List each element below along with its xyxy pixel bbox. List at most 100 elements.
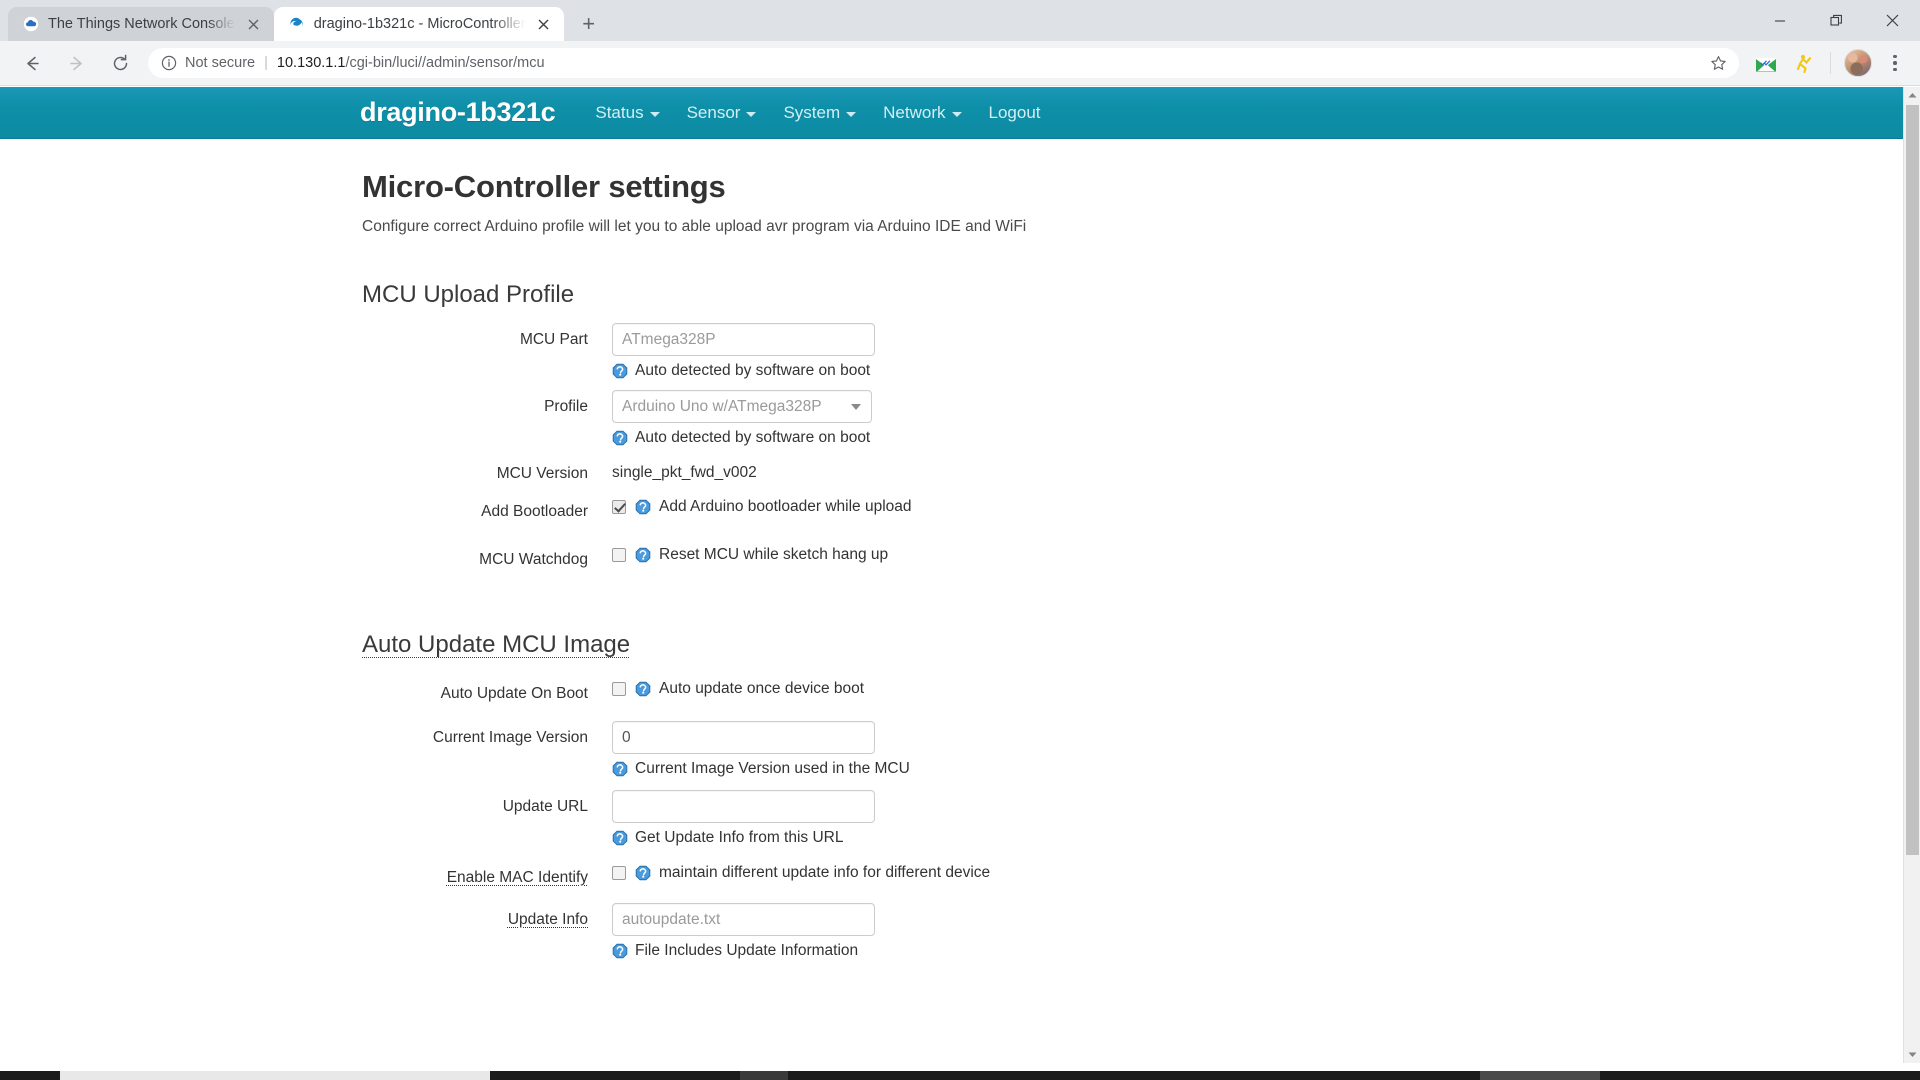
chevron-down-icon	[951, 112, 962, 117]
field-hint: Current Image Version used in the MCU	[612, 760, 1903, 778]
url-path: /cgi-bin/luci//admin/sensor/mcu	[345, 55, 545, 71]
tab-title: The Things Network Console	[48, 16, 235, 32]
mail-extension-icon[interactable]	[1751, 48, 1781, 78]
minimize-button[interactable]	[1752, 0, 1808, 41]
update-info-input[interactable]: autoupdate.txt	[612, 903, 875, 936]
field-row-mcu-part: MCU Part ATmega328P Auto detected by sof…	[362, 323, 1903, 380]
luci-page: dragino-1b321c Status Sensor System Netw…	[0, 87, 1903, 970]
field-row-add-bootloader: Add Bootloader Add Arduino bootloader wh…	[362, 495, 1903, 521]
nav-item-network[interactable]: Network	[883, 103, 962, 123]
field-label: Current Image Version	[432, 729, 588, 746]
profile-select[interactable]: Arduino Uno w/ATmega328P	[612, 390, 872, 423]
address-bar[interactable]: Not secure | 10.130.1.1/cgi-bin/luci//ad…	[148, 48, 1739, 78]
help-icon	[612, 943, 628, 959]
field-label: Add Bootloader	[481, 503, 588, 520]
honey-extension-icon[interactable]	[1789, 48, 1819, 78]
hint-text: Reset MCU while sketch hang up	[659, 546, 889, 563]
nav-item-status[interactable]: Status	[595, 102, 660, 123]
field-label: Profile	[544, 398, 588, 415]
help-icon	[635, 547, 651, 563]
chevron-down-icon	[846, 112, 857, 117]
help-icon	[612, 430, 628, 446]
device-brand[interactable]: dragino-1b321c	[360, 97, 556, 128]
help-icon	[612, 363, 628, 379]
page-content: Micro-Controller settings Configure corr…	[0, 139, 1903, 960]
field-row-mcu-version: MCU Version single_pkt_fwd_v002	[362, 457, 1903, 483]
taskbar-segment	[1480, 1071, 1600, 1080]
form-auto-update: Auto Update On Boot Auto update once dev…	[362, 677, 1903, 960]
vertical-scrollbar-thumb[interactable]	[1906, 105, 1919, 855]
browser-tab-2[interactable]: dragino-1b321c - MicroController setting…	[273, 7, 564, 41]
avatar[interactable]	[1844, 49, 1872, 77]
scroll-up-arrow-icon[interactable]	[1904, 87, 1920, 104]
scroll-down-arrow-icon[interactable]	[1904, 1046, 1920, 1063]
taskbar-segment	[740, 1071, 788, 1080]
mcu-part-input[interactable]: ATmega328P	[612, 323, 875, 356]
window-controls	[1752, 0, 1920, 41]
field-row-mcu-watchdog: MCU Watchdog Reset MCU while sketch hang…	[362, 543, 1903, 569]
profile-selected-value: Arduino Uno w/ATmega328P	[622, 397, 822, 415]
nav-label: Logout	[988, 102, 1041, 122]
auto-update-on-boot-checkbox[interactable]	[612, 682, 626, 696]
add-bootloader-checkbox[interactable]	[612, 500, 626, 514]
section-heading-mcu-upload-profile: MCU Upload Profile	[362, 281, 575, 308]
field-label: MCU Watchdog	[479, 551, 588, 568]
field-hint: Auto detected by software on boot	[612, 429, 1903, 447]
field-row-update-info: Update Info autoupdate.txt File Includes…	[362, 903, 1903, 960]
nav-label: Status	[595, 102, 644, 122]
omnibox-separator: |	[264, 55, 268, 71]
back-button[interactable]	[15, 46, 49, 80]
reload-button[interactable]	[103, 46, 137, 80]
field-label: Enable MAC Identify	[362, 861, 612, 887]
hint-text: Auto update once device boot	[659, 680, 865, 697]
mcu-watchdog-checkbox[interactable]	[612, 548, 626, 562]
info-circle-icon[interactable]	[161, 55, 177, 71]
star-icon[interactable]	[1710, 55, 1727, 72]
field-label: Auto Update On Boot	[440, 685, 588, 702]
page-viewport: dragino-1b321c Status Sensor System Netw…	[0, 87, 1920, 1080]
field-row-enable-mac-identify: Enable MAC Identify maintain different u…	[362, 861, 1903, 887]
form-mcu-upload-profile: MCU Part ATmega328P Auto detected by sof…	[362, 323, 1903, 569]
browser-tab-1[interactable]: The Things Network Console	[8, 7, 274, 41]
help-icon	[635, 681, 651, 697]
forward-button[interactable]	[59, 46, 93, 80]
field-label: MCU Version	[496, 465, 588, 482]
maximize-restore-button[interactable]	[1808, 0, 1864, 41]
tab-title: dragino-1b321c - MicroController setting…	[313, 16, 525, 32]
field-hint: Auto detected by software on boot	[612, 362, 1903, 380]
chrome-menu-icon[interactable]	[1880, 48, 1910, 78]
help-icon	[612, 830, 628, 846]
current-image-version-input[interactable]: 0	[612, 721, 875, 754]
tab-close-icon[interactable]	[244, 14, 264, 34]
vertical-scrollbar[interactable]	[1903, 87, 1920, 1063]
toolbar-divider	[1830, 52, 1831, 74]
update-url-input[interactable]	[612, 790, 875, 823]
tab-close-icon[interactable]	[534, 14, 554, 34]
nav-item-logout[interactable]: Logout	[989, 103, 1041, 123]
field-hint: File Includes Update Information	[612, 942, 1903, 960]
nav-label: Sensor	[686, 102, 741, 122]
field-row-profile: Profile Arduino Uno w/ATmega328P Auto de…	[362, 390, 1903, 447]
security-status-label: Not secure	[185, 55, 256, 71]
hint-text: maintain different update info for diffe…	[659, 864, 991, 881]
field-row-auto-update-on-boot: Auto Update On Boot Auto update once dev…	[362, 677, 1903, 703]
help-icon	[635, 499, 651, 515]
page-title: Micro-Controller settings	[362, 169, 726, 204]
field-label-text: Enable MAC Identify	[446, 869, 588, 886]
tab-strip: The Things Network Console dragino-1b321…	[0, 0, 1920, 41]
field-row-update-url: Update URL Get Update Info from this URL	[362, 790, 1903, 847]
new-tab-button[interactable]: +	[572, 7, 606, 41]
section-heading-auto-update-mcu-image: Auto Update MCU Image	[362, 631, 631, 658]
luci-navbar: dragino-1b321c Status Sensor System Netw…	[0, 87, 1903, 139]
field-label-text: Update Info	[507, 911, 588, 928]
field-hint: Add Arduino bootloader while upload	[635, 498, 912, 516]
nav-item-system[interactable]: System	[783, 102, 857, 123]
nav-label: System	[783, 102, 841, 122]
field-label: Update Info	[362, 903, 612, 929]
field-row-current-image-version: Current Image Version 0 Current Image Ve…	[362, 721, 1903, 778]
enable-mac-identify-checkbox[interactable]	[612, 866, 626, 880]
close-window-button[interactable]	[1864, 0, 1920, 41]
nav-item-sensor[interactable]: Sensor	[687, 103, 757, 123]
field-hint: Reset MCU while sketch hang up	[635, 546, 888, 564]
field-label: Update URL	[502, 798, 588, 815]
